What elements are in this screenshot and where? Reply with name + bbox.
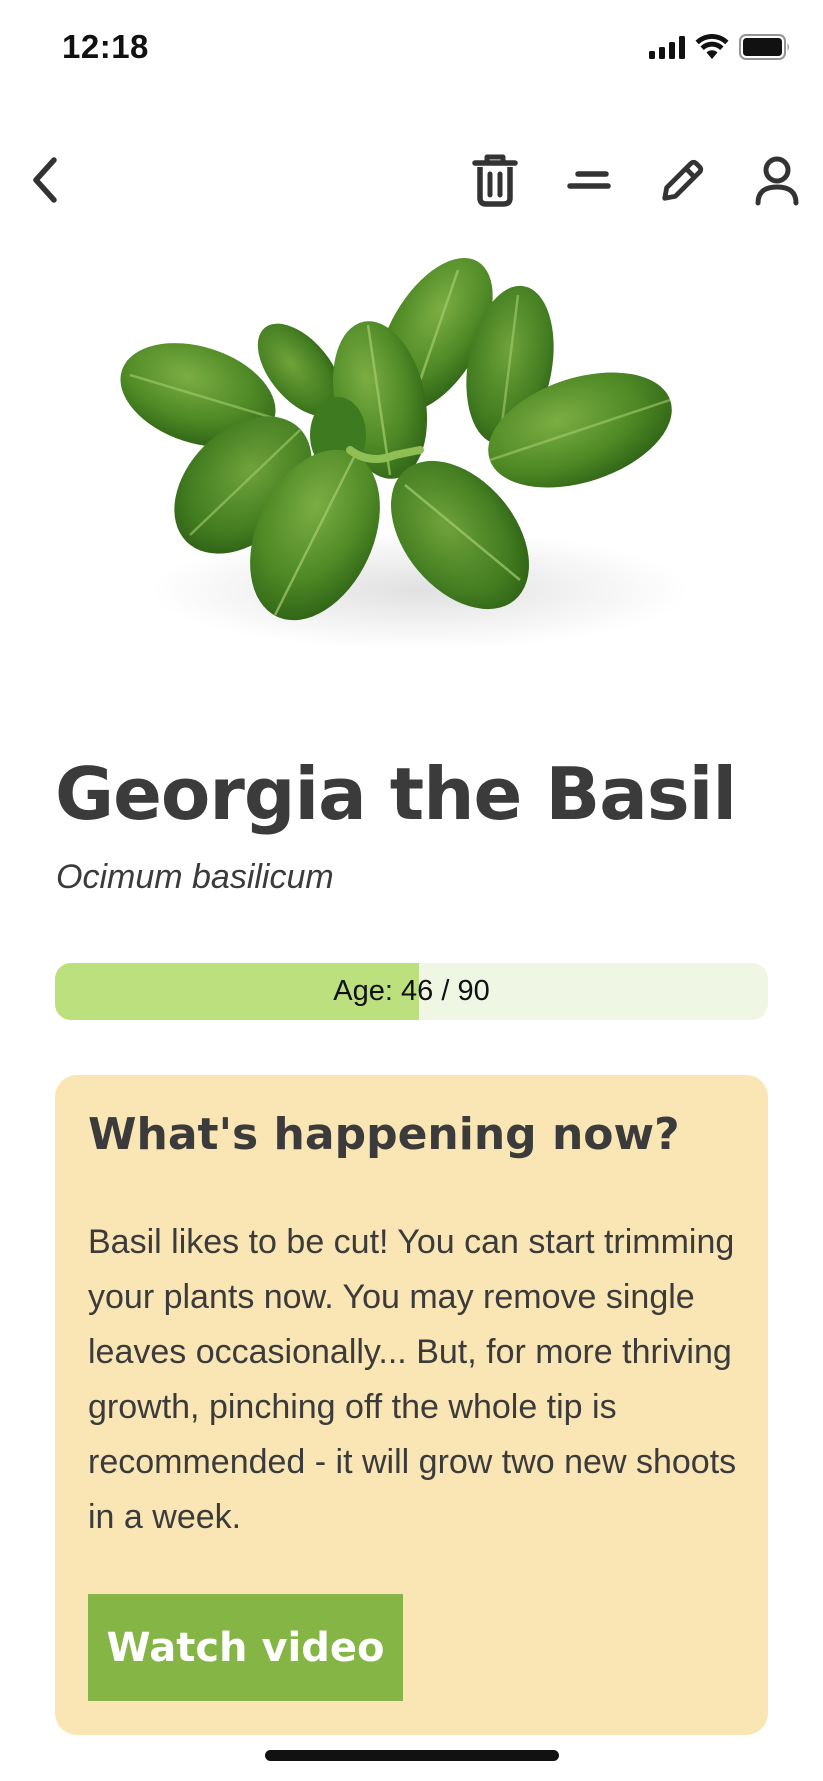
whats-happening-card: What's happening now? Basil likes to be … — [55, 1075, 768, 1735]
plant-detail-screen: 12:18 Georgia the Basil Ocimum basilicum… — [0, 0, 823, 1781]
menu-icon — [567, 171, 611, 189]
wifi-icon — [695, 34, 729, 60]
pencil-icon — [662, 159, 704, 201]
delete-button[interactable] — [471, 150, 519, 210]
nav-actions — [471, 150, 801, 210]
signal-icon — [649, 35, 685, 59]
menu-button[interactable] — [565, 150, 613, 210]
card-heading: What's happening now? — [88, 1109, 680, 1160]
status-icons — [649, 34, 791, 60]
back-button[interactable] — [24, 154, 68, 206]
user-icon — [755, 156, 799, 206]
plant-name: Georgia the Basil — [55, 752, 737, 836]
status-time: 12:18 — [62, 28, 149, 65]
status-bar: 12:18 — [0, 0, 823, 100]
edit-button[interactable] — [659, 150, 707, 210]
basil-leaves-image — [120, 258, 690, 650]
chevron-left-icon — [33, 157, 57, 203]
watch-video-button[interactable]: Watch video — [88, 1594, 403, 1701]
trash-icon — [472, 154, 518, 207]
home-indicator — [265, 1750, 559, 1761]
card-body-text: Basil likes to be cut! You can start tri… — [88, 1223, 737, 1536]
age-progress-label: Age: 46 / 90 — [333, 975, 490, 1007]
profile-button[interactable] — [753, 150, 801, 210]
battery-icon — [739, 34, 791, 60]
nav-bar — [0, 140, 823, 220]
plant-latin-name: Ocimum basilicum — [56, 858, 334, 896]
age-progress-bar: Age: 46 / 90 — [55, 963, 768, 1020]
